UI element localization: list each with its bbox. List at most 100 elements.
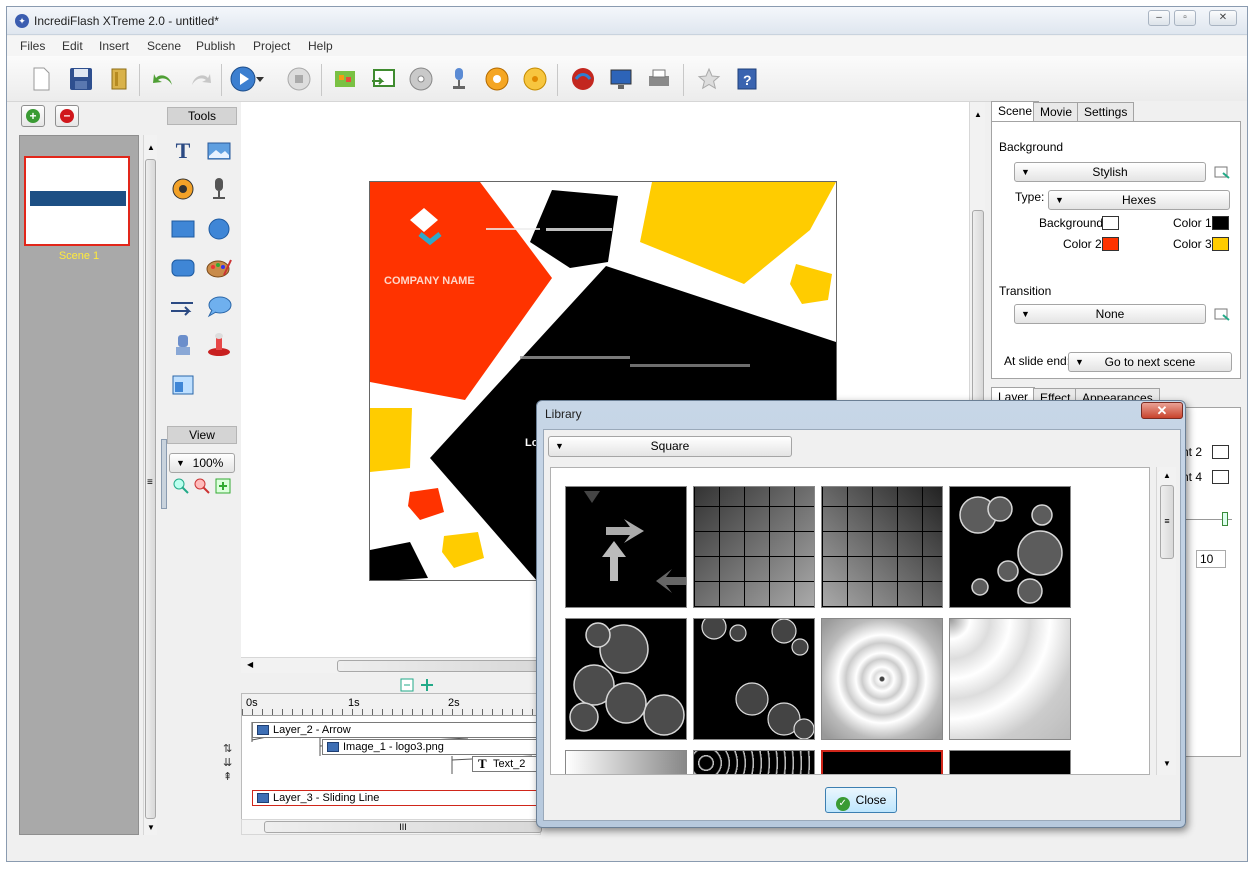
menu-publish[interactable]: Publish: [196, 39, 235, 53]
timeline-hscrollbar[interactable]: III: [241, 819, 542, 835]
menu-edit[interactable]: Edit: [62, 39, 83, 53]
line-tool-icon[interactable]: [169, 293, 197, 321]
library-thumbnail[interactable]: [565, 486, 687, 608]
scrollbar-thumb[interactable]: [145, 159, 156, 819]
new-file-icon[interactable]: [27, 65, 55, 93]
library-thumbnail[interactable]: [693, 750, 815, 774]
slide-end-dropdown[interactable]: ▼ Go to next scene: [1068, 352, 1232, 372]
library-thumbnail[interactable]: [949, 618, 1071, 740]
splitter-grip-icon[interactable]: ≡: [147, 477, 153, 488]
layer-order-icons[interactable]: ⇅ ⇊ ⇞: [223, 742, 232, 784]
library-category-dropdown[interactable]: ▼ Square: [548, 436, 792, 457]
menu-project[interactable]: Project: [253, 39, 290, 53]
burn-disc-icon[interactable]: [521, 65, 549, 93]
library-scroll-thumb[interactable]: ≡: [1160, 485, 1174, 559]
record-voice-icon[interactable]: [205, 175, 233, 203]
import-slide-icon[interactable]: [369, 65, 397, 93]
color2-swatch[interactable]: [1102, 237, 1119, 251]
type-dropdown[interactable]: ▼ Hexes: [1048, 190, 1230, 210]
undo-icon[interactable]: [149, 65, 177, 93]
library-thumbnail-selected[interactable]: [821, 750, 943, 774]
minimize-button[interactable]: –: [1148, 10, 1170, 26]
sound-tool-icon[interactable]: [169, 175, 197, 203]
timeline-layer-bar[interactable]: Image_1 - logo3.png: [322, 739, 542, 755]
screen-icon[interactable]: [607, 65, 635, 93]
redo-icon[interactable]: [187, 65, 215, 93]
library-thumbnail[interactable]: [949, 486, 1071, 608]
timeline-layer-bar-selected[interactable]: Layer_3 - Sliding Line: [252, 790, 542, 806]
tab-settings[interactable]: Settings: [1077, 102, 1135, 122]
library-thumbnail[interactable]: [565, 750, 687, 774]
library-thumbnail[interactable]: [821, 618, 943, 740]
zoom-dropdown[interactable]: ▼ 100%: [169, 453, 235, 473]
microphone-icon[interactable]: [445, 65, 473, 93]
stamp-tool-icon[interactable]: [205, 331, 233, 359]
open-folder-icon[interactable]: [105, 65, 133, 93]
scene-thumbnail[interactable]: [24, 156, 130, 246]
image-tool-icon[interactable]: [205, 137, 233, 165]
zoom-out-icon[interactable]: [193, 477, 211, 495]
favorite-icon[interactable]: [695, 65, 723, 93]
scroll-down-icon[interactable]: ▼: [1163, 759, 1171, 768]
slider-thumb[interactable]: [1222, 512, 1228, 526]
paint-palette-icon[interactable]: [205, 254, 233, 282]
transition-apply-icon[interactable]: [1214, 306, 1230, 322]
timeline-layer-bar[interactable]: Layer_2 - Arrow: [252, 722, 542, 738]
rounded-rect-tool-icon[interactable]: [169, 254, 197, 282]
cd-icon[interactable]: [407, 65, 435, 93]
background-color-swatch[interactable]: [1102, 216, 1119, 230]
add-scene-button[interactable]: +: [21, 105, 45, 127]
scroll-left-icon[interactable]: ◀: [247, 660, 253, 669]
scroll-up-icon[interactable]: ▲: [974, 110, 982, 119]
character-tool-icon[interactable]: [169, 331, 197, 359]
canvas-hscroll-thumb[interactable]: [337, 660, 541, 672]
color-swatch[interactable]: [1212, 445, 1229, 459]
scroll-down-icon[interactable]: ▼: [147, 823, 155, 832]
library-thumbnail[interactable]: [949, 750, 1071, 774]
maximize-button[interactable]: ▫: [1174, 10, 1196, 26]
fit-to-window-icon[interactable]: [214, 477, 232, 495]
music-disc-icon[interactable]: [483, 65, 511, 93]
stop-icon[interactable]: [285, 65, 313, 93]
save-icon[interactable]: [67, 65, 95, 93]
library-thumbnail[interactable]: [693, 618, 815, 740]
canvas-hscrollbar[interactable]: ◀: [241, 657, 541, 673]
menu-help[interactable]: Help: [308, 39, 333, 53]
library-thumbnail[interactable]: [693, 486, 815, 608]
rectangle-tool-icon[interactable]: [169, 215, 197, 243]
color3-swatch[interactable]: [1212, 237, 1229, 251]
library-thumbnail[interactable]: [565, 618, 687, 740]
color1-swatch[interactable]: [1212, 216, 1229, 230]
print-icon[interactable]: [645, 65, 673, 93]
help-icon[interactable]: ?: [733, 65, 761, 93]
timeline-hscroll-thumb[interactable]: III: [264, 821, 542, 833]
menu-files[interactable]: Files: [20, 39, 45, 53]
timeline-snap-icon[interactable]: [399, 677, 415, 693]
close-window-button[interactable]: ✕: [1209, 10, 1237, 26]
tab-scene[interactable]: Scene: [991, 101, 1040, 122]
add-scene-icon[interactable]: [331, 65, 359, 93]
splitter-handle[interactable]: [161, 439, 167, 509]
remove-scene-button[interactable]: –: [55, 105, 79, 127]
library-close-button[interactable]: ✓ Close: [825, 787, 897, 813]
text-tool-icon[interactable]: T: [169, 137, 197, 165]
zoom-in-icon[interactable]: [172, 477, 190, 495]
color-swatch[interactable]: [1212, 470, 1229, 484]
dialog-close-icon[interactable]: ✕: [1141, 402, 1183, 419]
background-style-dropdown[interactable]: ▼ Stylish: [1014, 162, 1206, 182]
scroll-up-icon[interactable]: ▲: [147, 143, 155, 152]
background-apply-icon[interactable]: [1214, 164, 1230, 180]
scroll-up-icon[interactable]: ▲: [1163, 471, 1171, 480]
library-scrollbar[interactable]: ▲ ≡ ▼: [1156, 467, 1176, 775]
tab-movie[interactable]: Movie: [1033, 102, 1080, 122]
menu-scene[interactable]: Scene: [147, 39, 181, 53]
speech-bubble-icon[interactable]: [205, 293, 233, 321]
timeline-grid-icon[interactable]: [419, 677, 435, 693]
ellipse-tool-icon[interactable]: [205, 215, 233, 243]
flash-object-icon[interactable]: [169, 371, 197, 399]
library-thumbnail[interactable]: [821, 486, 943, 608]
play-dropdown-icon[interactable]: [253, 65, 267, 93]
menu-insert[interactable]: Insert: [99, 39, 129, 53]
number-field[interactable]: 10: [1196, 550, 1226, 568]
transition-dropdown[interactable]: ▼ None: [1014, 304, 1206, 324]
